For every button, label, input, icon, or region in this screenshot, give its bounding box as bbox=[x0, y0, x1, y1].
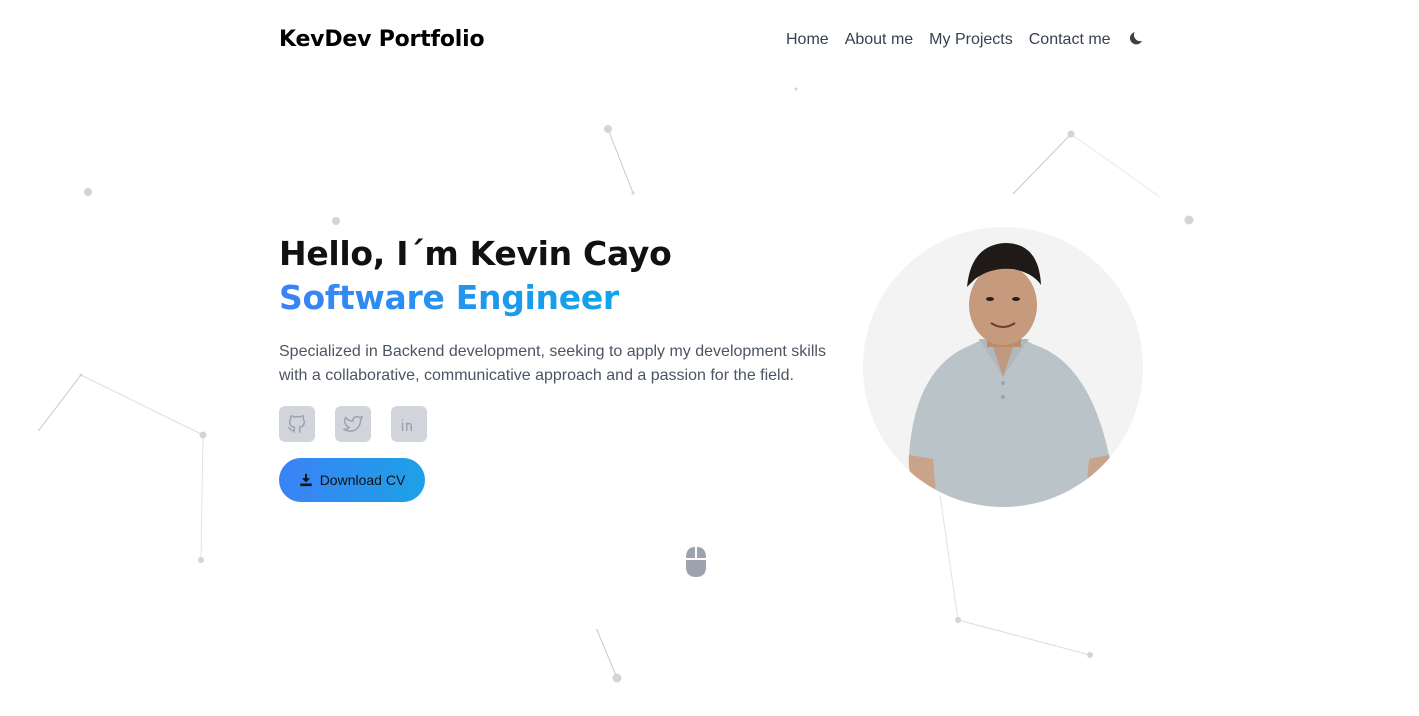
particle bbox=[38, 429, 40, 431]
particle bbox=[596, 629, 598, 631]
hero-description-line: with a collaborative, communicative appr… bbox=[279, 367, 794, 384]
linkedin-link[interactable] bbox=[391, 406, 427, 442]
nav-home[interactable]: Home bbox=[786, 31, 829, 49]
particle bbox=[1184, 215, 1194, 225]
github-icon bbox=[288, 415, 306, 433]
profile-photo bbox=[863, 227, 1143, 507]
particle-link bbox=[1070, 133, 1161, 198]
brand-logo[interactable]: KevDev Portfolio bbox=[279, 27, 485, 52]
particle bbox=[631, 191, 635, 195]
social-links bbox=[279, 406, 447, 442]
particle bbox=[1067, 130, 1075, 138]
nav-about[interactable]: About me bbox=[845, 31, 913, 49]
particle-link bbox=[596, 629, 618, 679]
scroll-mouse-icon[interactable] bbox=[684, 546, 708, 578]
nav-projects[interactable]: My Projects bbox=[929, 31, 1013, 49]
particle bbox=[955, 617, 961, 623]
particle-link bbox=[1013, 133, 1072, 194]
nav-contact[interactable]: Contact me bbox=[1029, 31, 1111, 49]
particle-link bbox=[200, 434, 204, 561]
moon-icon[interactable] bbox=[1128, 29, 1146, 47]
download-cv-label: Download CV bbox=[319, 472, 406, 488]
particle bbox=[198, 557, 204, 563]
particle bbox=[604, 125, 612, 133]
particle bbox=[1087, 652, 1093, 658]
particle bbox=[332, 217, 340, 225]
particle-link bbox=[939, 494, 959, 621]
linkedin-icon bbox=[401, 419, 413, 432]
particle bbox=[79, 373, 83, 377]
download-icon bbox=[300, 473, 312, 487]
hero-greeting: Hello, I´m Kevin Cayo bbox=[279, 234, 672, 273]
hero-role: Software Engineer bbox=[279, 278, 619, 317]
particle-link bbox=[957, 619, 1091, 656]
particle-link bbox=[80, 374, 204, 436]
particle-link bbox=[607, 128, 634, 194]
hero-description: Specialized in Backend development, seek… bbox=[279, 340, 839, 388]
page: KevDev Portfolio Home About me My Projec… bbox=[0, 0, 1419, 716]
twitter-icon bbox=[343, 415, 363, 432]
particle bbox=[199, 431, 207, 439]
particle-link bbox=[38, 374, 82, 431]
github-link[interactable] bbox=[279, 406, 315, 442]
particle bbox=[84, 188, 92, 196]
particle bbox=[1013, 192, 1015, 194]
twitter-link[interactable] bbox=[335, 406, 371, 442]
hero-description-line: Specialized in Backend development, seek… bbox=[279, 343, 826, 360]
particle bbox=[794, 87, 798, 91]
download-cv-button[interactable]: Download CV bbox=[279, 458, 425, 502]
main-nav: Home About me My Projects Contact me bbox=[786, 31, 1146, 49]
particle bbox=[612, 673, 622, 683]
